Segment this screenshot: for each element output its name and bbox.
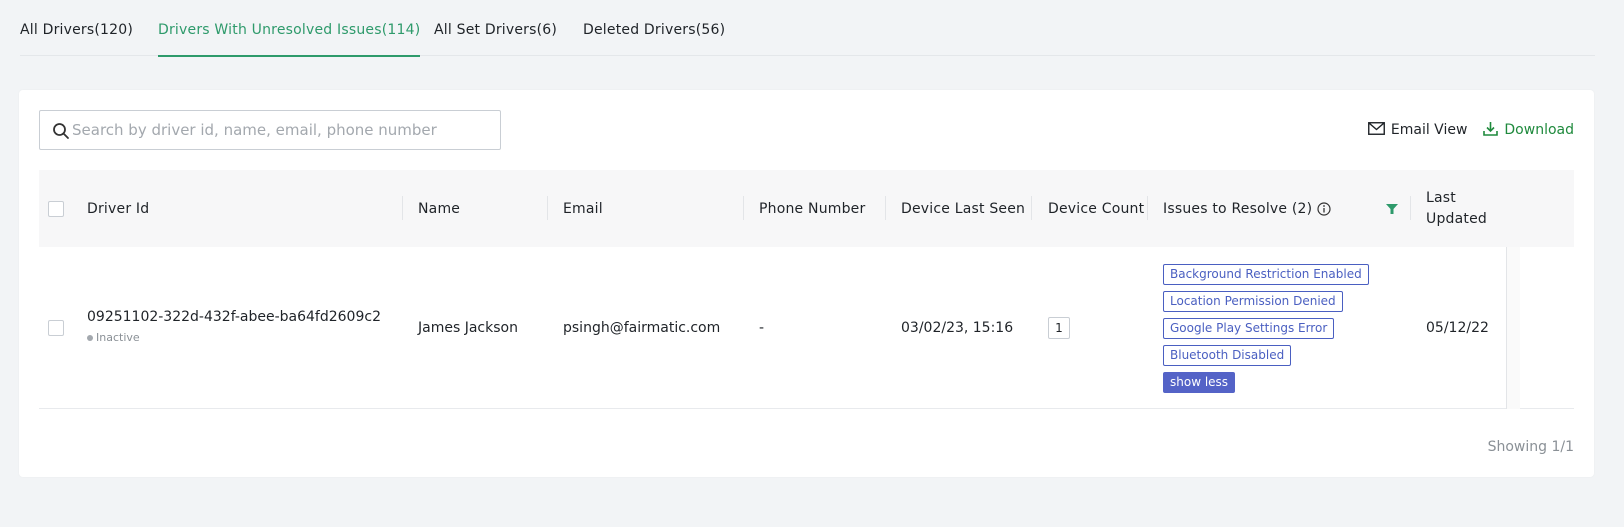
status-dot-icon (87, 334, 93, 341)
search-box (39, 110, 501, 150)
header-device-count[interactable]: Device Count (1048, 170, 1144, 247)
column-divider (1410, 196, 1411, 220)
table-header: Driver Id Name Email Phone Number Device… (39, 170, 1574, 247)
header-name[interactable]: Name (418, 170, 460, 247)
device-count-badge[interactable]: 1 (1048, 317, 1070, 339)
header-last-updated[interactable]: Last Updated (1426, 170, 1487, 247)
status-label: Inactive (96, 331, 140, 344)
column-divider (1147, 196, 1148, 220)
download-label: Download (1504, 122, 1574, 138)
driver-tabs: All Drivers(120) Drivers With Unresolved… (20, 0, 1595, 57)
header-last-updated-line1: Last (1426, 189, 1456, 206)
driver-id-value[interactable]: 09251102-322d-432f-abee-ba64fd2609c2 (87, 309, 381, 325)
search-input[interactable] (72, 112, 492, 148)
filter-icon[interactable] (1386, 170, 1398, 247)
device-last-seen-cell: 03/02/23, 15:16 (901, 320, 1014, 336)
table-actions: Email View Download (1367, 120, 1574, 140)
tab-all-set-drivers[interactable]: All Set Drivers(6) (434, 22, 557, 56)
row-checkbox[interactable] (48, 320, 64, 336)
phone-number-cell: - (759, 320, 765, 336)
issue-tag: Location Permission Denied (1163, 291, 1343, 312)
download-icon (1483, 121, 1504, 140)
select-all-checkbox[interactable] (48, 200, 64, 217)
tab-drivers-unresolved-issues[interactable]: Drivers With Unresolved Issues(114) (158, 22, 421, 57)
select-all-cell (48, 170, 64, 247)
issue-tag: Bluetooth Disabled (1163, 345, 1292, 366)
search-icon (52, 122, 70, 140)
email-cell: psingh@fairmatic.com (563, 320, 721, 336)
tab-deleted-drivers[interactable]: Deleted Drivers(56) (583, 22, 725, 56)
column-divider (547, 196, 548, 220)
column-divider (1031, 196, 1032, 220)
horizontal-scrollbar[interactable] (1506, 247, 1520, 409)
email-view-button[interactable]: Email View (1367, 121, 1468, 139)
column-divider (885, 196, 886, 220)
header-issues-to-resolve[interactable]: Issues to Resolve (2) (1163, 170, 1331, 247)
row-select-cell (48, 320, 64, 336)
info-icon[interactable] (1317, 201, 1331, 216)
header-email[interactable]: Email (563, 170, 603, 247)
show-less-button[interactable]: show less (1163, 372, 1236, 393)
header-last-updated-line2: Updated (1426, 210, 1487, 227)
header-driver-id[interactable]: Driver Id (87, 170, 149, 247)
pagination-status: Showing 1/1 (1487, 439, 1574, 455)
column-divider (402, 196, 403, 220)
download-button[interactable]: Download (1483, 121, 1574, 140)
mail-icon (1367, 121, 1391, 139)
drivers-table: Driver Id Name Email Phone Number Device… (39, 170, 1574, 409)
issues-cell: Background Restriction Enabled Location … (1163, 264, 1369, 393)
name-cell: James Jackson (418, 320, 518, 336)
driver-id-cell: 09251102-322d-432f-abee-ba64fd2609c2 Ina… (87, 309, 381, 344)
header-issues-label: Issues to Resolve (2) (1163, 200, 1313, 217)
status-badge: Inactive (87, 331, 381, 344)
column-divider (743, 196, 744, 220)
tab-all-drivers[interactable]: All Drivers(120) (20, 22, 133, 56)
issue-tag: Google Play Settings Error (1163, 318, 1335, 339)
header-phone-number[interactable]: Phone Number (759, 170, 865, 247)
drivers-card: Email View Download Driver Id Name Email… (19, 90, 1594, 477)
header-device-last-seen[interactable]: Device Last Seen (901, 170, 1025, 247)
last-updated-cell: 05/12/22 (1426, 320, 1489, 336)
issue-tag: Background Restriction Enabled (1163, 264, 1369, 285)
device-count-cell: 1 (1048, 317, 1070, 339)
table-row[interactable]: 09251102-322d-432f-abee-ba64fd2609c2 Ina… (39, 247, 1574, 409)
email-view-label: Email View (1390, 122, 1468, 138)
